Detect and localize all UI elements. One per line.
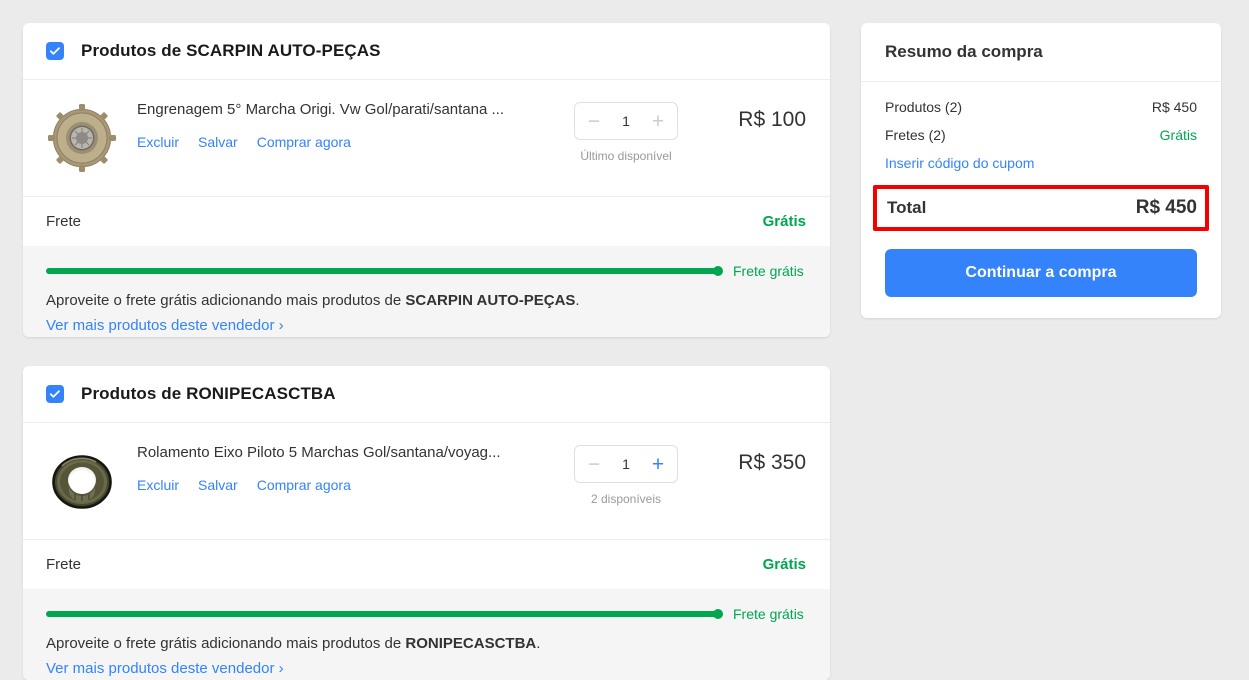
promo-seller: RONIPECASCTBA	[405, 635, 537, 652]
delete-link[interactable]: Excluir	[137, 134, 179, 150]
save-link[interactable]: Salvar	[198, 134, 238, 150]
shipping-promo-text: Aproveite o frete grátis adicionando mai…	[46, 634, 806, 654]
summary-products-amount: R$ 450	[1151, 99, 1197, 115]
summary-column: Resumo da compra Produtos (2) R$ 450 Fre…	[861, 23, 1221, 680]
stock-note: Último disponível	[580, 149, 672, 163]
quantity-value: 1	[622, 113, 630, 129]
promo-seller: SCARPIN AUTO-PEÇAS	[405, 292, 576, 309]
save-link[interactable]: Salvar	[198, 477, 238, 493]
shipping-progress-line: Frete grátis	[46, 263, 806, 279]
product-price: R$ 100	[738, 108, 806, 131]
quantity-column: − 1 + 2 disponíveis	[566, 445, 686, 506]
quantity-decrease-button[interactable]: −	[586, 111, 602, 132]
total-label: Total	[887, 198, 927, 217]
seller-card: Produtos de RONIPECASCTBA Rolamento Eixo…	[23, 366, 830, 680]
shipping-value: Grátis	[762, 213, 806, 230]
promo-suffix: .	[536, 635, 541, 652]
shipping-progress-caption: Frete grátis	[733, 606, 804, 622]
quantity-value: 1	[622, 456, 630, 472]
summary-products-label: Produtos (2)	[885, 99, 963, 115]
insert-coupon-link[interactable]: Inserir código do cupom	[885, 155, 1197, 171]
quantity-increase-button[interactable]: +	[650, 454, 666, 475]
shipping-label: Frete	[46, 556, 82, 573]
shipping-value: Grátis	[762, 556, 806, 573]
summary-body: Produtos (2) R$ 450 Fretes (2) Grátis In…	[861, 82, 1221, 318]
product-price: R$ 350	[738, 451, 806, 474]
product-row: Rolamento Eixo Piloto 5 Marchas Gol/sant…	[23, 423, 830, 540]
summary-shipping-label: Fretes (2)	[885, 127, 946, 143]
summary-shipping-amount: Grátis	[1159, 127, 1197, 143]
shipping-promo-block: Frete grátis Aproveite o frete grátis ad…	[23, 589, 830, 680]
shipping-progress-knob	[713, 266, 723, 276]
seller-header: Produtos de SCARPIN AUTO-PEÇAS	[23, 23, 830, 80]
quantity-column: − 1 + Último disponível	[566, 102, 686, 163]
summary-row-shipping: Fretes (2) Grátis	[885, 127, 1197, 143]
shipping-label: Frete	[46, 213, 82, 230]
product-actions: Excluir Salvar Comprar agora	[137, 477, 566, 493]
shipping-progress-line: Frete grátis	[46, 606, 806, 622]
promo-prefix: Aproveite o frete grátis adicionando mai…	[46, 292, 406, 309]
bearing-icon	[52, 455, 112, 509]
stock-note: 2 disponíveis	[590, 492, 662, 506]
quantity-stepper[interactable]: − 1 +	[574, 445, 678, 483]
product-row: Engrenagem 5° Marcha Origi. Vw Gol/parat…	[23, 80, 830, 197]
delete-link[interactable]: Excluir	[137, 477, 179, 493]
promo-suffix: .	[575, 292, 580, 309]
price-column: R$ 100	[686, 100, 806, 132]
seller-name: Produtos de SCARPIN AUTO-PEÇAS	[81, 41, 381, 60]
buy-now-link[interactable]: Comprar agora	[257, 134, 351, 150]
quantity-stepper[interactable]: − 1 +	[574, 102, 678, 140]
gear-icon	[48, 104, 116, 172]
total-highlight-box: Total R$ 450	[873, 185, 1209, 231]
product-thumbnail[interactable]	[46, 445, 118, 517]
seller-checkbox[interactable]	[46, 42, 64, 60]
shipping-progress-track	[46, 266, 723, 276]
seller-header: Produtos de RONIPECASCTBA	[23, 366, 830, 423]
product-title[interactable]: Rolamento Eixo Piloto 5 Marchas Gol/sant…	[137, 443, 532, 463]
seller-checkbox[interactable]	[46, 385, 64, 403]
shipping-row: Frete Grátis	[23, 540, 830, 589]
summary-title: Resumo da compra	[885, 42, 1043, 61]
check-icon	[49, 390, 60, 398]
shipping-promo-text: Aproveite o frete grátis adicionando mai…	[46, 291, 806, 311]
check-icon	[49, 47, 60, 55]
shipping-progress-fill	[46, 611, 718, 617]
product-thumbnail[interactable]	[46, 102, 118, 174]
promo-prefix: Aproveite o frete grátis adicionando mai…	[46, 635, 406, 652]
shipping-progress-caption: Frete grátis	[733, 263, 804, 279]
see-more-products-link[interactable]: Ver mais produtos deste vendedor ›	[46, 660, 284, 677]
continue-purchase-button[interactable]: Continuar a compra	[885, 249, 1197, 297]
shipping-progress-track	[46, 609, 723, 619]
quantity-decrease-button[interactable]: −	[586, 454, 602, 475]
shipping-progress-knob	[713, 609, 723, 619]
shipping-progress-fill	[46, 268, 718, 274]
seller-name: Produtos de RONIPECASCTBA	[81, 384, 336, 403]
summary-header: Resumo da compra	[861, 23, 1221, 82]
total-amount: R$ 450	[1135, 197, 1197, 218]
product-info: Rolamento Eixo Piloto 5 Marchas Gol/sant…	[118, 443, 566, 493]
seller-card: Produtos de SCARPIN AUTO-PEÇAS Engrenage…	[23, 23, 830, 337]
see-more-products-link[interactable]: Ver mais produtos deste vendedor ›	[46, 317, 284, 334]
price-column: R$ 350	[686, 443, 806, 475]
cart-items-column: Produtos de SCARPIN AUTO-PEÇAS Engrenage…	[23, 23, 830, 680]
product-title[interactable]: Engrenagem 5° Marcha Origi. Vw Gol/parat…	[137, 100, 532, 120]
product-actions: Excluir Salvar Comprar agora	[137, 134, 566, 150]
buy-now-link[interactable]: Comprar agora	[257, 477, 351, 493]
purchase-summary-card: Resumo da compra Produtos (2) R$ 450 Fre…	[861, 23, 1221, 318]
product-info: Engrenagem 5° Marcha Origi. Vw Gol/parat…	[118, 100, 566, 150]
summary-row-products: Produtos (2) R$ 450	[885, 99, 1197, 115]
cart-page: Produtos de SCARPIN AUTO-PEÇAS Engrenage…	[0, 0, 1249, 680]
shipping-row: Frete Grátis	[23, 197, 830, 246]
shipping-promo-block: Frete grátis Aproveite o frete grátis ad…	[23, 246, 830, 337]
quantity-increase-button[interactable]: +	[650, 111, 666, 132]
